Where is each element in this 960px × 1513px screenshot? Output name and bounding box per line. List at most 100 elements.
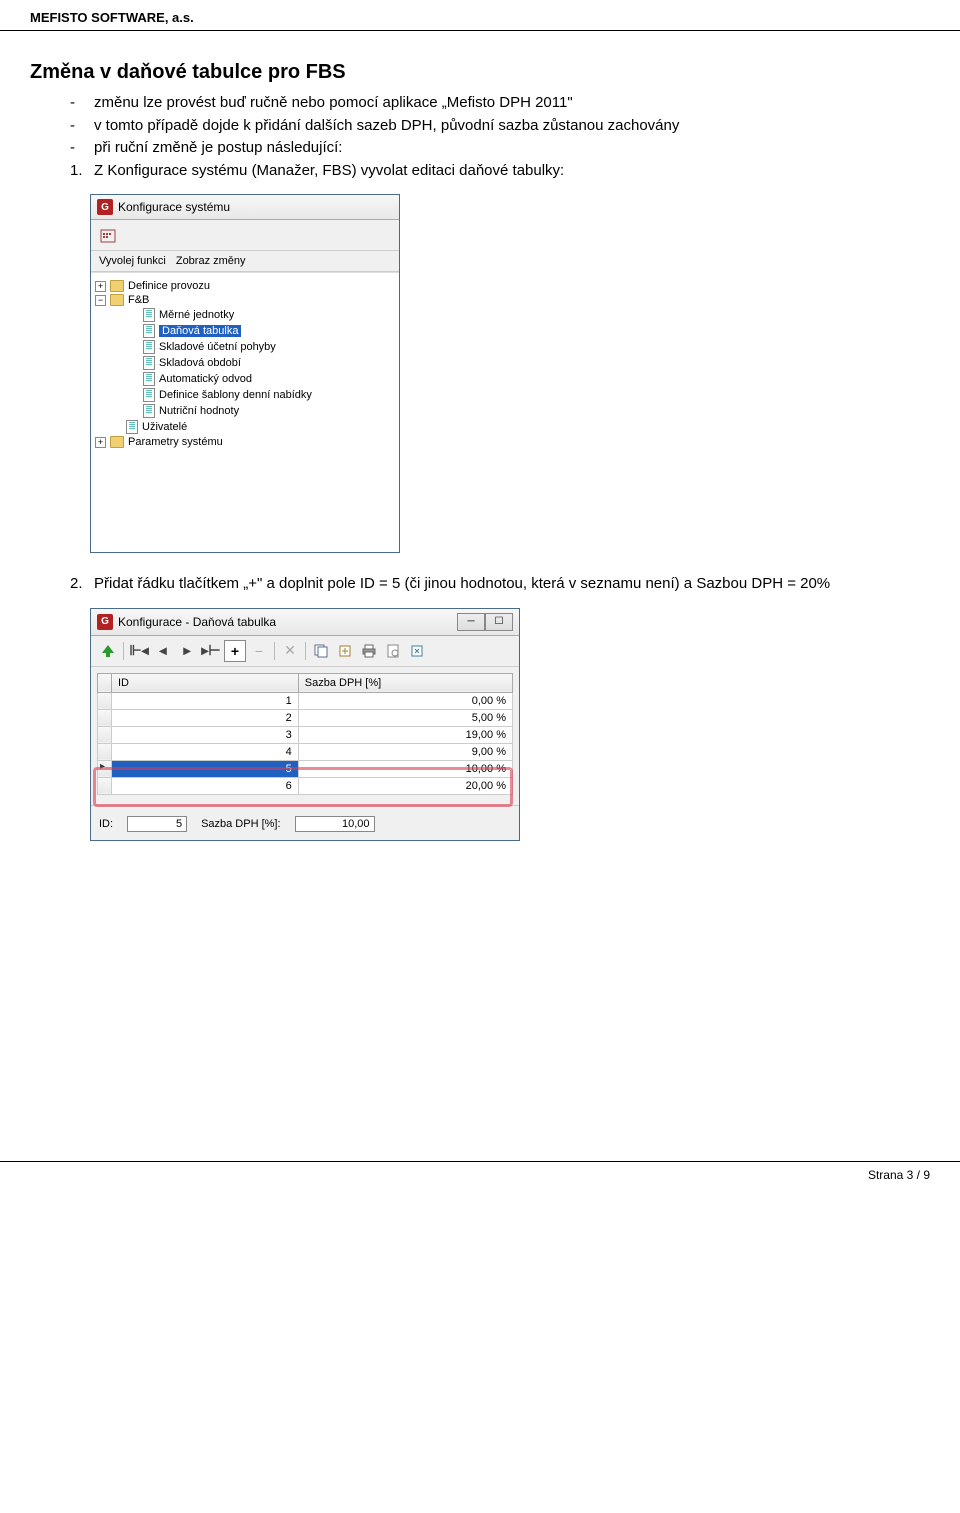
tree-label: Parametry systému — [128, 436, 223, 448]
steps-list: 1. Z Konfigurace systému (Manažer, FBS) … — [30, 160, 930, 183]
cell-id[interactable]: 3 — [112, 726, 299, 743]
apply-icon[interactable] — [97, 640, 119, 662]
step-text: Přidat řádku tlačítkem „+" a doplnit pol… — [94, 575, 830, 592]
last-record-icon[interactable]: ▸⊢ — [200, 640, 222, 662]
cancel-icon[interactable]: ✕ — [279, 640, 301, 662]
steps-list-2: 2. Přidat řádku tlačítkem „+" a doplnit … — [30, 573, 930, 596]
step-text: Z Konfigurace systému (Manažer, FBS) vyv… — [94, 162, 564, 179]
tree-node-skladova-obdobi[interactable]: Skladová období — [95, 355, 395, 371]
column-header-sazba[interactable]: Sazba DPH [%] — [298, 673, 512, 692]
step-number: 2. — [70, 573, 83, 596]
cell-id[interactable]: 6 — [112, 777, 299, 794]
cell-rate[interactable]: 0,00 % — [298, 692, 512, 709]
bullet-item: při ruční změně je postup následující: — [70, 137, 930, 160]
sazba-input[interactable] — [295, 816, 375, 832]
window-title: Konfigurace - Daňová tabulka — [118, 615, 276, 629]
table-row[interactable]: 1 0,00 % — [98, 692, 513, 709]
calendar-icon[interactable] — [97, 224, 119, 246]
file-icon — [143, 404, 155, 418]
tree-label: Skladové účetní pohyby — [159, 341, 276, 353]
tree-node-danova-tabulka[interactable]: Daňová tabulka — [95, 323, 395, 339]
cell-rate[interactable]: 9,00 % — [298, 743, 512, 760]
tree-label-selected: Daňová tabulka — [159, 325, 241, 337]
config-system-window: G Konfigurace systému Vyvolej funkci Zob… — [90, 194, 400, 553]
cell-rate[interactable]: 19,00 % — [298, 726, 512, 743]
separator — [305, 642, 306, 660]
prev-record-icon[interactable]: ◂ — [152, 640, 174, 662]
export-icon[interactable] — [334, 640, 356, 662]
menu-vyvolej-funkci[interactable]: Vyvolej funkci — [99, 255, 166, 267]
page-footer: Strana 3 / 9 — [0, 1161, 960, 1188]
folder-icon — [110, 280, 124, 292]
tree-node-fnb[interactable]: − F&B — [95, 293, 395, 307]
table-row[interactable]: 3 19,00 % — [98, 726, 513, 743]
id-label: ID: — [99, 818, 113, 830]
tree-node-uzivatele[interactable]: Uživatelé — [95, 419, 395, 435]
cell-rate[interactable]: 20,00 % — [298, 777, 512, 794]
refresh-icon[interactable] — [406, 640, 428, 662]
tree-node-skladove-pohyby[interactable]: Skladové účetní pohyby — [95, 339, 395, 355]
tax-rate-grid[interactable]: ID Sazba DPH [%] 1 0,00 % 2 — [97, 673, 513, 795]
column-header-id[interactable]: ID — [112, 673, 299, 692]
sazba-label: Sazba DPH [%]: — [201, 818, 280, 830]
tree-panel: + Definice provozu − F&B Měrné jednotky … — [91, 272, 399, 552]
table-row-selected[interactable]: 5 10,00 % — [98, 760, 513, 777]
window1-toolbar — [91, 220, 399, 251]
step-number: 1. — [70, 160, 83, 183]
folder-icon — [110, 294, 124, 306]
menubar: Vyvolej funkci Zobraz změny — [91, 251, 399, 272]
cell-id[interactable]: 2 — [112, 709, 299, 726]
tree-label: F&B — [128, 294, 149, 306]
cell-rate[interactable]: 10,00 % — [298, 760, 512, 777]
table-row[interactable]: 2 5,00 % — [98, 709, 513, 726]
tree-node-automaticky-odvod[interactable]: Automatický odvod — [95, 371, 395, 387]
next-record-icon[interactable]: ▸ — [176, 640, 198, 662]
table-row[interactable]: 6 20,00 % — [98, 777, 513, 794]
tree-node-parametry-systemu[interactable]: + Parametry systému — [95, 435, 395, 449]
tree-node-nutricni-hodnoty[interactable]: Nutriční hodnoty — [95, 403, 395, 419]
delete-record-button[interactable]: − — [248, 640, 270, 662]
file-icon — [143, 308, 155, 322]
menu-zobraz-zmeny[interactable]: Zobraz změny — [176, 255, 246, 267]
titlebar[interactable]: G Konfigurace - Daňová tabulka ─ ☐ — [91, 609, 519, 636]
step-2: 2. Přidat řádku tlačítkem „+" a doplnit … — [70, 573, 930, 596]
row-indicator[interactable] — [98, 709, 112, 726]
row-indicator[interactable] — [98, 726, 112, 743]
preview-icon[interactable] — [382, 640, 404, 662]
table-row[interactable]: 4 9,00 % — [98, 743, 513, 760]
cell-id[interactable]: 5 — [112, 760, 299, 777]
titlebar[interactable]: G Konfigurace systému — [91, 195, 399, 220]
grid-container: ID Sazba DPH [%] 1 0,00 % 2 — [91, 667, 519, 805]
add-record-button[interactable]: + — [224, 640, 246, 662]
row-indicator-active[interactable] — [98, 760, 112, 777]
bullet-item: v tomto případě dojde k přidání dalších … — [70, 115, 930, 138]
row-selector-header — [98, 673, 112, 692]
expand-icon[interactable]: + — [95, 437, 106, 448]
file-icon — [126, 420, 138, 434]
separator — [123, 642, 124, 660]
row-indicator[interactable] — [98, 692, 112, 709]
file-icon — [143, 372, 155, 386]
id-input[interactable] — [127, 816, 187, 832]
tree-node-merne-jednotky[interactable]: Měrné jednotky — [95, 307, 395, 323]
first-record-icon[interactable]: ⊩◂ — [128, 640, 150, 662]
cell-id[interactable]: 1 — [112, 692, 299, 709]
intro-bullets: změnu lze provést buď ručně nebo pomocí … — [30, 92, 930, 160]
tree-node-definice-provozu[interactable]: + Definice provozu — [95, 279, 395, 293]
tree-label: Skladová období — [159, 357, 241, 369]
edit-form-row: ID: Sazba DPH [%]: — [91, 805, 519, 840]
print-icon[interactable] — [358, 640, 380, 662]
cell-rate[interactable]: 5,00 % — [298, 709, 512, 726]
maximize-button[interactable]: ☐ — [485, 613, 513, 631]
tree-label: Uživatelé — [142, 421, 187, 433]
minimize-button[interactable]: ─ — [457, 613, 485, 631]
expand-icon[interactable]: + — [95, 281, 106, 292]
copy-icon[interactable] — [310, 640, 332, 662]
row-indicator[interactable] — [98, 743, 112, 760]
collapse-icon[interactable]: − — [95, 295, 106, 306]
tree-node-definice-sablony[interactable]: Definice šablony denní nabídky — [95, 387, 395, 403]
cell-id[interactable]: 4 — [112, 743, 299, 760]
file-icon — [143, 388, 155, 402]
tree-label: Definice provozu — [128, 280, 210, 292]
row-indicator[interactable] — [98, 777, 112, 794]
